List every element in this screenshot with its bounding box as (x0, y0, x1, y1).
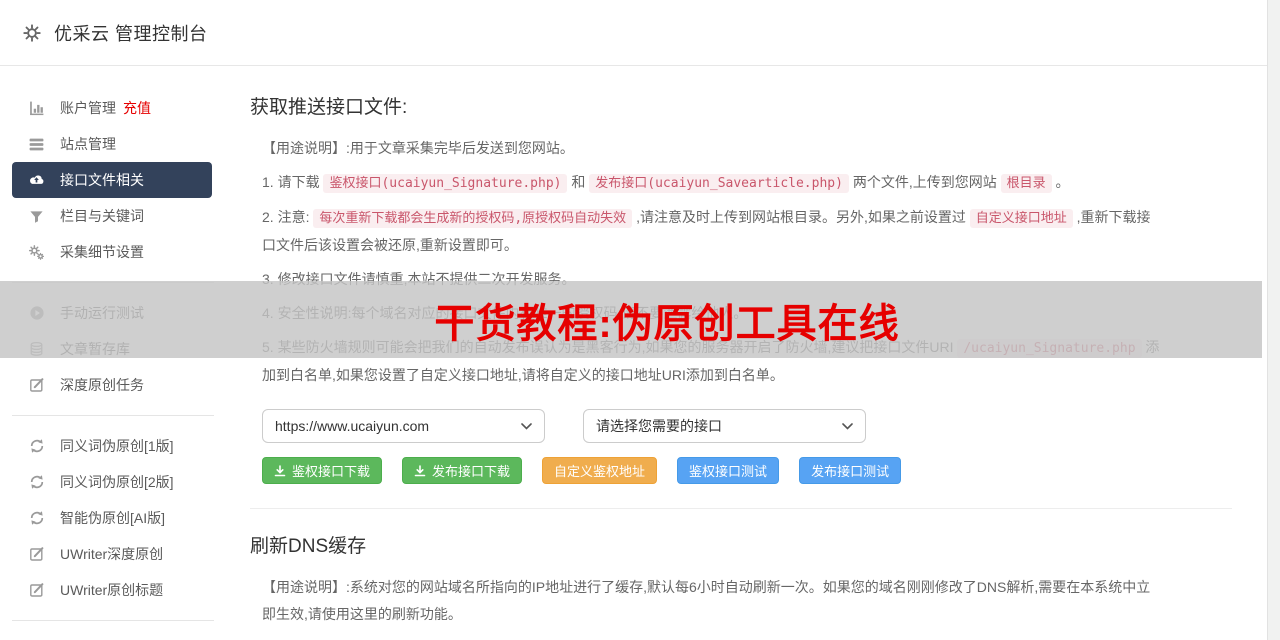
watermark-text: 干货教程:伪原创工具在线 (434, 301, 900, 346)
sidebar-item-columns-keywords[interactable]: 栏目与关键词 (12, 198, 212, 234)
sidebar-item-label: 同义词伪原创[1版] (60, 438, 174, 454)
api-select-placeholder: 请选择您需要的接口 (596, 418, 722, 434)
admin-console-page: 优采云 管理控制台 账户管理 充值 站点管理 接口文件相关 栏目与关键词 采集细… (0, 0, 1280, 640)
sidebar-item-deep-original-task[interactable]: 深度原创任务 (12, 367, 212, 403)
instruction-text: ,请注意及时上传到网站根目录。另外,如果之前设置过 (632, 209, 970, 225)
api-controls: https://www.ucaiyun.com 请选择您需要的接口 (262, 409, 1232, 443)
auth-code-warning: 每次重新下载都会生成新的授权码,原授权码自动失效 (313, 209, 633, 228)
sidebar-item-synonym-rewrite-v2[interactable]: 同义词伪原创[2版] (12, 464, 212, 500)
sidebar-divider (12, 415, 214, 416)
instruction-text: 和 (567, 174, 590, 190)
site-select-value: https://www.ucaiyun.com (275, 418, 430, 434)
filter-icon (28, 208, 45, 225)
sidebar-item-label: 采集细节设置 (60, 244, 144, 260)
sidebar-item-label: 接口文件相关 (60, 172, 144, 188)
publish-test-button[interactable]: 发布接口测试 (799, 457, 902, 484)
instruction-item-1: 1. 请下载 鉴权接口(ucaiyun_Signature.php) 和 发布接… (262, 169, 1162, 197)
button-label: 鉴权接口测试 (689, 464, 768, 479)
sidebar-item-label: UWriter深度原创 (60, 546, 164, 562)
signature-test-button[interactable]: 鉴权接口测试 (677, 457, 780, 484)
signature-file-code: 鉴权接口(ucaiyun_Signature.php) (323, 174, 568, 193)
signature-download-button[interactable]: 鉴权接口下载 (262, 457, 383, 484)
instruction-text: 2. 注意: (262, 209, 314, 225)
button-label: 自定义鉴权地址 (554, 464, 646, 479)
section-title-push-api: 获取推送接口文件: (250, 97, 408, 118)
api-buttons: 鉴权接口下载 发布接口下载 自定义鉴权地址 鉴权接口测试 发布接口测试 (262, 457, 1232, 484)
download-icon (274, 464, 286, 477)
sidebar-item-label: 栏目与关键词 (60, 208, 144, 224)
instruction-item-2: 2. 注意: 每次重新下载都会生成新的授权码,原授权码自动失效 ,请注意及时上传… (262, 204, 1162, 259)
custom-auth-address-button[interactable]: 自定义鉴权地址 (542, 457, 658, 484)
instruction-text: 1. 请下载 (262, 174, 324, 190)
button-label: 发布接口下载 (432, 464, 511, 479)
savearticle-file-code: 发布接口(ucaiyun_Savearticle.php) (589, 174, 849, 193)
sidebar-item-label: UWriter原创标题 (60, 582, 164, 598)
edit-icon (28, 546, 45, 563)
instruction-text: 两个文件,上传到您网站 (848, 174, 1001, 190)
bar-chart-icon (28, 100, 45, 117)
sidebar-item-api-files[interactable]: 接口文件相关 (12, 162, 212, 198)
sidebar-divider (12, 620, 214, 621)
sidebar-item-collection-settings[interactable]: 采集细节设置 (12, 234, 212, 270)
button-label: 鉴权接口下载 (292, 464, 371, 479)
site-select[interactable]: https://www.ucaiyun.com (262, 409, 545, 443)
watermark-band: 干货教程:伪原创工具在线 (0, 281, 1262, 358)
api-select[interactable]: 请选择您需要的接口 (583, 409, 866, 443)
usage-note-text: 【用途说明】:用于文章采集完毕后发送到您网站。 (262, 140, 574, 156)
usage-note: 【用途说明】:用于文章采集完毕后发送到您网站。 (262, 135, 1162, 162)
sidebar-item-synonym-rewrite-v1[interactable]: 同义词伪原创[1版] (12, 428, 212, 464)
button-label: 发布接口测试 (811, 464, 890, 479)
refresh-icon (28, 474, 45, 491)
refresh-icon (28, 438, 45, 455)
sidebar-item-site-management[interactable]: 站点管理 (12, 126, 212, 162)
sidebar-item-account-management[interactable]: 账户管理 充值 (12, 90, 212, 126)
chevron-down-icon (842, 422, 853, 430)
instruction-text: 。 (1051, 174, 1070, 190)
section-title-dns: 刷新DNS缓存 (250, 536, 367, 557)
gears-icon (28, 244, 45, 261)
app-header: 优采云 管理控制台 (0, 0, 1280, 66)
sidebar-item-label: 同义词伪原创[2版] (60, 474, 174, 490)
download-icon (414, 464, 426, 477)
sidebar-item-label: 智能伪原创[AI版] (60, 510, 166, 526)
app-title: 优采云 管理控制台 (54, 23, 208, 44)
sidebar-item-uwriter-deep-original[interactable]: UWriter深度原创 (12, 536, 212, 572)
section-divider (250, 508, 1232, 509)
edit-icon (28, 377, 45, 394)
dns-usage-note: 【用途说明】:系统对您的网站域名所指向的IP地址进行了缓存,默认每6小时自动刷新… (262, 579, 1151, 622)
root-dir-code: 根目录 (1000, 174, 1052, 193)
custom-api-address-code: 自定义接口地址 (969, 209, 1073, 228)
sidebar-item-public-thesaurus[interactable]: 公有词库查询 (12, 633, 212, 640)
scrollbar[interactable] (1267, 0, 1280, 640)
sidebar-item-label: 站点管理 (60, 136, 116, 152)
sidebar-item-label: 账户管理 (60, 100, 116, 116)
gear-icon (22, 23, 42, 43)
publish-download-button[interactable]: 发布接口下载 (402, 457, 523, 484)
sidebar-item-ai-rewrite[interactable]: 智能伪原创[AI版] (12, 500, 212, 536)
sidebar-item-uwriter-original-title[interactable]: UWriter原创标题 (12, 572, 212, 608)
recharge-link[interactable]: 充值 (123, 98, 151, 118)
server-list-icon (28, 136, 45, 153)
edit-icon (28, 582, 45, 599)
refresh-icon (28, 510, 45, 527)
sidebar-item-label: 深度原创任务 (60, 377, 144, 393)
chevron-down-icon (521, 422, 532, 430)
cloud-upload-icon (28, 172, 45, 189)
